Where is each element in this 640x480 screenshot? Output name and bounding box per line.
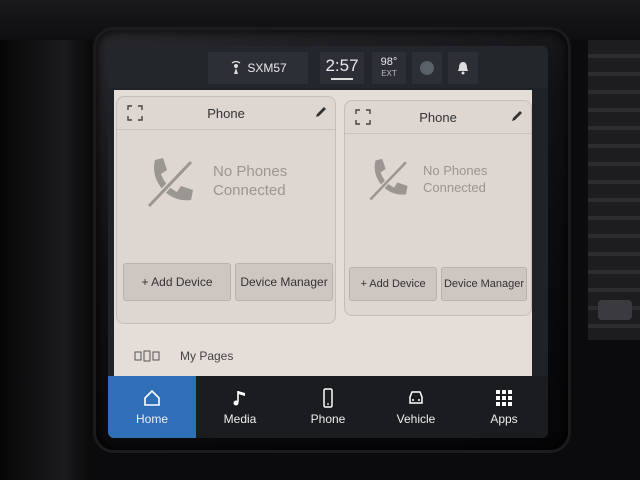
vent-knob: [598, 300, 632, 320]
radio-station: SXM57: [247, 61, 287, 75]
infotainment-screen: SXM57 2:57 98° EXT Phone No Phones Conne…: [108, 46, 548, 438]
phone-card-2: Phone No Phones Connected + Add Device D…: [344, 100, 532, 316]
bell-icon: [458, 62, 468, 75]
status-bar: SXM57 2:57 98° EXT: [108, 46, 548, 88]
card-header: Phone: [345, 101, 531, 134]
voice-button[interactable]: [412, 52, 442, 84]
no-phones-line1: No Phones: [213, 163, 288, 180]
air-vent: [588, 40, 640, 340]
clock[interactable]: 2:57: [320, 52, 364, 84]
phone-status-area: No Phones Connected: [345, 134, 531, 244]
nav-label: Vehicle: [396, 412, 436, 426]
nav-vehicle[interactable]: Vehicle: [372, 376, 460, 438]
nav-phone[interactable]: Phone: [284, 376, 372, 438]
no-phones-line2: Connected: [213, 182, 286, 199]
outside-temperature: 98° EXT: [372, 52, 406, 84]
card-title: Phone: [419, 109, 457, 125]
device-manager-button[interactable]: Device Manager: [441, 267, 527, 301]
device-manager-button[interactable]: Device Manager: [235, 263, 333, 301]
apps-grid-icon: [496, 390, 512, 406]
notifications-button[interactable]: [448, 52, 478, 84]
expand-icon[interactable]: [355, 109, 371, 125]
my-pages-bar[interactable]: My Pages: [114, 338, 532, 374]
card-header: Phone: [117, 97, 335, 130]
voice-icon: [420, 61, 434, 75]
nav-media[interactable]: Media: [196, 376, 284, 438]
satellite-radio-icon: [231, 61, 241, 74]
phone-disconnected-icon: [368, 158, 408, 202]
card-title: Phone: [207, 105, 245, 121]
pencil-icon[interactable]: [315, 106, 327, 118]
pages-icon: [134, 350, 160, 362]
phone-card-1: Phone No Phones Connected + Add Device D…: [116, 96, 336, 324]
clock-underline: [331, 78, 353, 80]
radio-status[interactable]: SXM57: [208, 52, 308, 84]
expand-icon[interactable]: [127, 105, 143, 121]
car-icon: [409, 391, 423, 404]
nav-label: Media: [223, 412, 257, 426]
phone-status-area: No Phones Connected: [117, 130, 335, 250]
pencil-icon[interactable]: [511, 110, 523, 122]
clock-time: 2:57: [325, 56, 359, 75]
dashboard-left-trim: [0, 40, 90, 480]
phone-disconnected-icon: [146, 158, 194, 209]
home-icon: [144, 389, 160, 406]
add-device-button[interactable]: + Add Device: [123, 263, 231, 301]
add-device-button[interactable]: + Add Device: [349, 267, 437, 301]
home-content: Phone No Phones Connected + Add Device D…: [114, 90, 532, 376]
nav-label: Home: [135, 412, 168, 426]
nav-home[interactable]: Home: [108, 376, 196, 438]
phone-icon: [323, 388, 333, 408]
nav-label: Apps: [490, 412, 518, 426]
music-note-icon: [233, 391, 245, 406]
no-phones-line1: No Phones: [423, 163, 488, 178]
temperature-label: EXT: [381, 69, 397, 78]
temperature-value: 98°: [380, 56, 398, 68]
my-pages-label: My Pages: [180, 349, 234, 363]
no-phones-message: No Phones Connected: [213, 162, 287, 200]
nav-apps[interactable]: Apps: [460, 376, 548, 438]
bottom-nav: Home Media Phone Vehicle Apps: [108, 376, 548, 438]
no-phones-line2: Connected: [423, 180, 486, 195]
nav-label: Phone: [310, 412, 346, 426]
no-phones-message: No Phones Connected: [423, 162, 487, 196]
